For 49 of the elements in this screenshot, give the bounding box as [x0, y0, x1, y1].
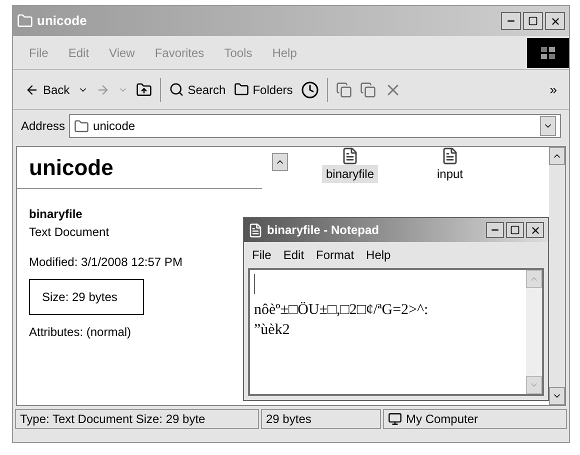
folders-button[interactable]: Folders: [234, 80, 293, 98]
computer-icon: [388, 412, 402, 426]
close-icon: [530, 224, 540, 236]
copy-icon[interactable]: [360, 82, 376, 98]
file-type: Text Document: [29, 224, 110, 241]
search-icon: [168, 82, 184, 97]
status-text: My Computer: [383, 409, 567, 429]
maximize-icon: [528, 16, 538, 26]
folder-icon: [17, 13, 33, 29]
close-button[interactable]: [526, 222, 544, 238]
search-button[interactable]: Search: [168, 80, 226, 98]
folder-heading: unicode: [17, 147, 262, 189]
file-attributes: Attributes: (normal): [29, 324, 132, 341]
window-title: binaryfile - Notepad: [267, 222, 380, 239]
document-icon[interactable]: [441, 147, 459, 165]
back-arrow-icon: [25, 82, 39, 96]
menu-item[interactable]: Help: [366, 246, 391, 264]
address-field[interactable]: unicode: [69, 114, 561, 138]
menu-item[interactable]: Format: [316, 246, 354, 264]
folder-icon: [74, 118, 90, 134]
status-text: 29 bytes: [261, 409, 381, 429]
scrollbar[interactable]: [549, 147, 565, 405]
window-title: unicode: [37, 12, 88, 30]
modified-date: Modified: 3/1/2008 12:57 PM: [29, 254, 182, 271]
file-name: binaryfile: [29, 206, 82, 223]
text-area[interactable]: nôèº±□ÖU±□,□2□¢/ªG=2>^: ”ùèk2: [248, 268, 544, 396]
back-button[interactable]: Back: [25, 80, 70, 98]
menu-item[interactable]: Edit: [283, 246, 304, 264]
history-icon[interactable]: [300, 80, 319, 98]
minimize-button[interactable]: [486, 222, 504, 238]
text-line: ”ùèk2: [254, 321, 291, 340]
more-button[interactable]: »: [550, 80, 557, 100]
status-text: Type: Text Document Size: 29 byte: [15, 409, 259, 429]
document-icon[interactable]: [341, 147, 359, 165]
maximize-button[interactable]: [523, 12, 543, 30]
text-line: nôèº±□ÖU±□,□2□¢/ªG=2>^:: [254, 301, 430, 320]
close-icon: [550, 16, 560, 26]
file-label[interactable]: input: [432, 165, 468, 183]
address-label: Address: [21, 118, 66, 135]
notepad-icon: [248, 222, 263, 238]
maximize-button[interactable]: [506, 222, 524, 238]
file-label[interactable]: binaryfile: [322, 165, 378, 183]
menu-item[interactable]: File: [252, 246, 272, 264]
file-size: Size: 29 bytes: [29, 279, 144, 315]
close-button[interactable]: [545, 12, 565, 30]
folder-up-icon[interactable]: [136, 82, 152, 98]
maximize-icon: [510, 225, 520, 235]
folder-icon: [234, 82, 249, 97]
scrollbar[interactable]: [526, 270, 542, 394]
